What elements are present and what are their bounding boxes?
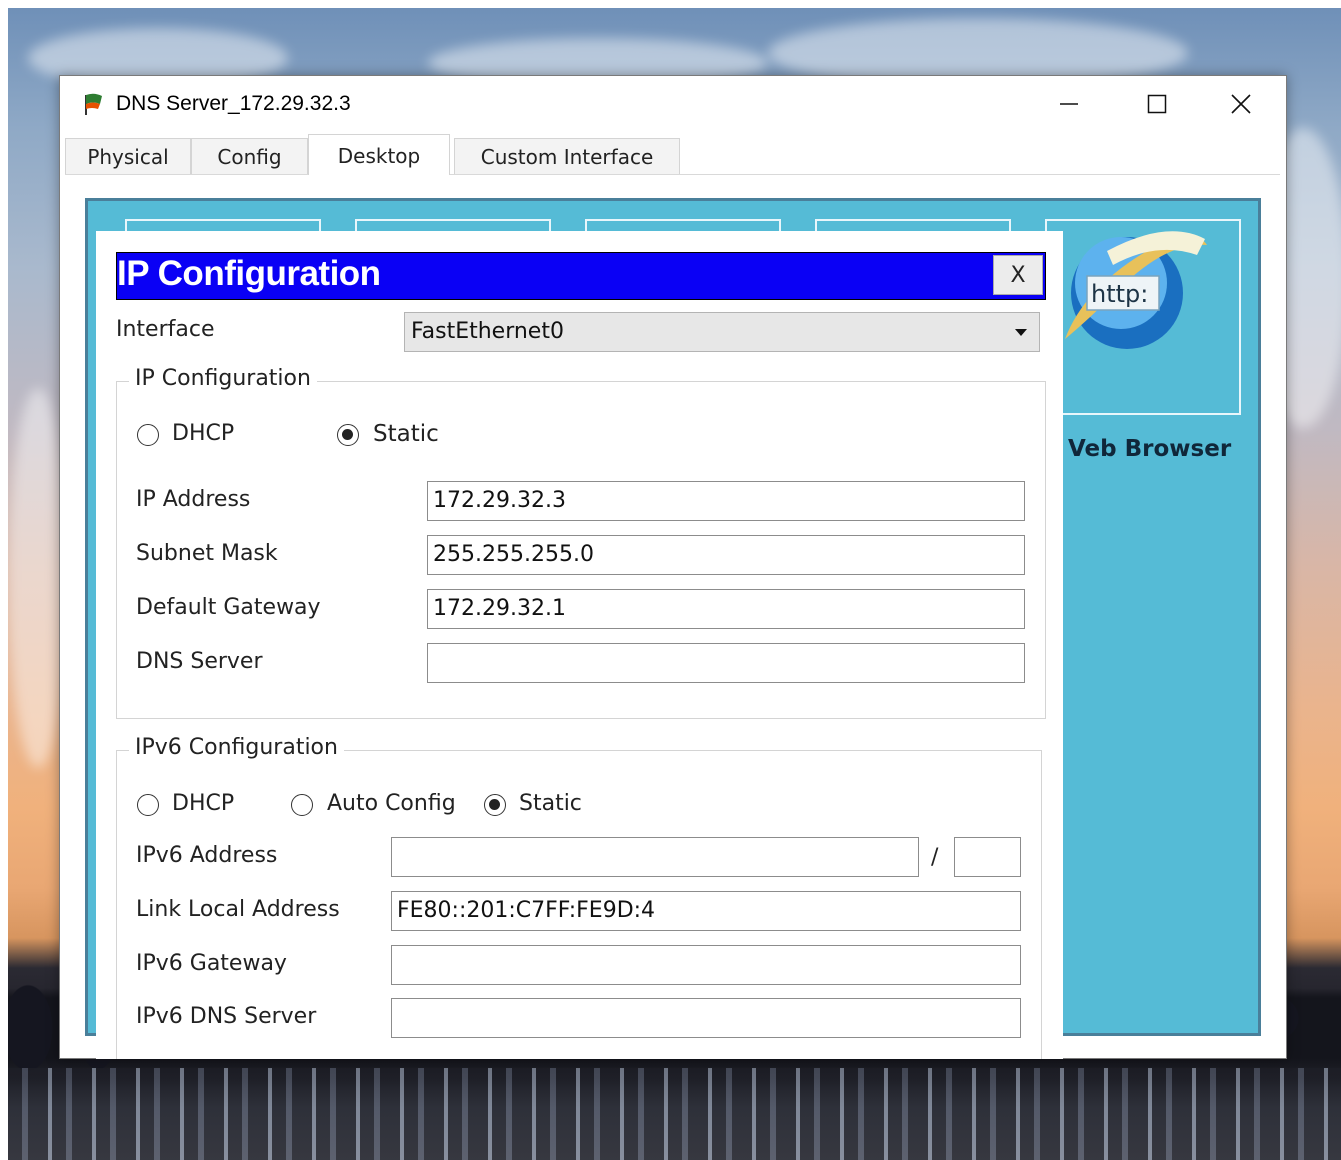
- ipv6-prefix-length-field[interactable]: [954, 837, 1021, 877]
- default-gateway-label: Default Gateway: [136, 595, 321, 620]
- interface-select[interactable]: FastEthernet0: [404, 312, 1040, 352]
- tab-custom-interface[interactable]: Custom Interface: [454, 138, 680, 174]
- app-tile-web-browser[interactable]: http:: [1045, 219, 1241, 415]
- server-app-icon: [80, 91, 106, 117]
- subnet-mask-field[interactable]: 255.255.255.0: [427, 535, 1025, 575]
- panel-close-button[interactable]: X: [993, 255, 1043, 295]
- ipv4-dhcp-radio[interactable]: [137, 424, 159, 446]
- ipv6-auto-config-label[interactable]: Auto Config: [327, 791, 456, 816]
- tab-desktop[interactable]: Desktop: [308, 134, 450, 175]
- maximize-icon: [1147, 94, 1167, 114]
- ipv6-address-label: IPv6 Address: [136, 843, 278, 868]
- ipv6-dns-server-field[interactable]: [391, 998, 1021, 1038]
- tab-config[interactable]: Config: [191, 138, 308, 174]
- web-browser-label[interactable]: Veb Browser: [1068, 436, 1258, 462]
- minimize-button[interactable]: [1025, 76, 1113, 132]
- tab-bar: Physical Config Desktop Custom Interface: [65, 134, 1280, 175]
- panel-header: IP Configuration X: [116, 252, 1046, 300]
- dns-server-field[interactable]: [427, 643, 1025, 683]
- ipv6-address-field[interactable]: [391, 837, 919, 877]
- link-local-address-label: Link Local Address: [136, 897, 340, 922]
- app-window: DNS Server_172.29.32.3 Physical Config D…: [59, 75, 1287, 1059]
- minimize-icon: [1060, 103, 1078, 105]
- ipv6-group-legend: IPv6 Configuration: [129, 735, 344, 760]
- interface-value: FastEthernet0: [411, 319, 564, 344]
- ipv4-group-legend: IP Configuration: [129, 366, 317, 391]
- dns-server-label: DNS Server: [136, 649, 263, 674]
- close-window-button[interactable]: [1197, 76, 1285, 132]
- ipv6-gateway-field[interactable]: [391, 945, 1021, 985]
- wallpaper-reflection: [8, 1068, 1341, 1160]
- panel-title: IP Configuration: [117, 254, 381, 293]
- window-title: DNS Server_172.29.32.3: [116, 92, 351, 115]
- ipv4-static-radio[interactable]: [337, 424, 359, 446]
- ipv6-static-label[interactable]: Static: [519, 791, 582, 816]
- ipv6-config-group: IPv6 Configuration DHCP Auto Config Stat…: [116, 735, 1042, 1059]
- ipv4-dhcp-label[interactable]: DHCP: [172, 421, 234, 446]
- ipv6-auto-config-radio[interactable]: [291, 794, 313, 816]
- close-icon: [1231, 94, 1251, 114]
- ipv6-gateway-label: IPv6 Gateway: [136, 951, 287, 976]
- title-bar[interactable]: DNS Server_172.29.32.3: [60, 76, 1286, 132]
- ipv6-dhcp-label[interactable]: DHCP: [172, 791, 234, 816]
- ip-configuration-panel: IP Configuration X Interface FastEtherne…: [96, 231, 1063, 1059]
- interface-label: Interface: [116, 317, 215, 342]
- chevron-down-icon: [1015, 329, 1027, 336]
- maximize-button[interactable]: [1113, 76, 1201, 132]
- http-icon-text: http:: [1091, 280, 1148, 308]
- ip-address-label: IP Address: [136, 487, 251, 512]
- prefix-separator: /: [931, 845, 939, 870]
- ipv6-static-radio[interactable]: [484, 794, 506, 816]
- ipv6-dns-server-label: IPv6 DNS Server: [136, 1004, 317, 1029]
- ipv4-static-label[interactable]: Static: [373, 421, 439, 447]
- subnet-mask-label: Subnet Mask: [136, 541, 278, 566]
- default-gateway-field[interactable]: 172.29.32.1: [427, 589, 1025, 629]
- ipv6-dhcp-radio[interactable]: [137, 794, 159, 816]
- ipv4-config-group: IP Configuration DHCP Static IP Address …: [116, 366, 1046, 719]
- tab-physical[interactable]: Physical: [65, 138, 191, 174]
- web-browser-icon: http:: [1065, 231, 1207, 349]
- link-local-address-field[interactable]: FE80::201:C7FF:FE9D:4: [391, 891, 1021, 931]
- ip-address-field[interactable]: 172.29.32.3: [427, 481, 1025, 521]
